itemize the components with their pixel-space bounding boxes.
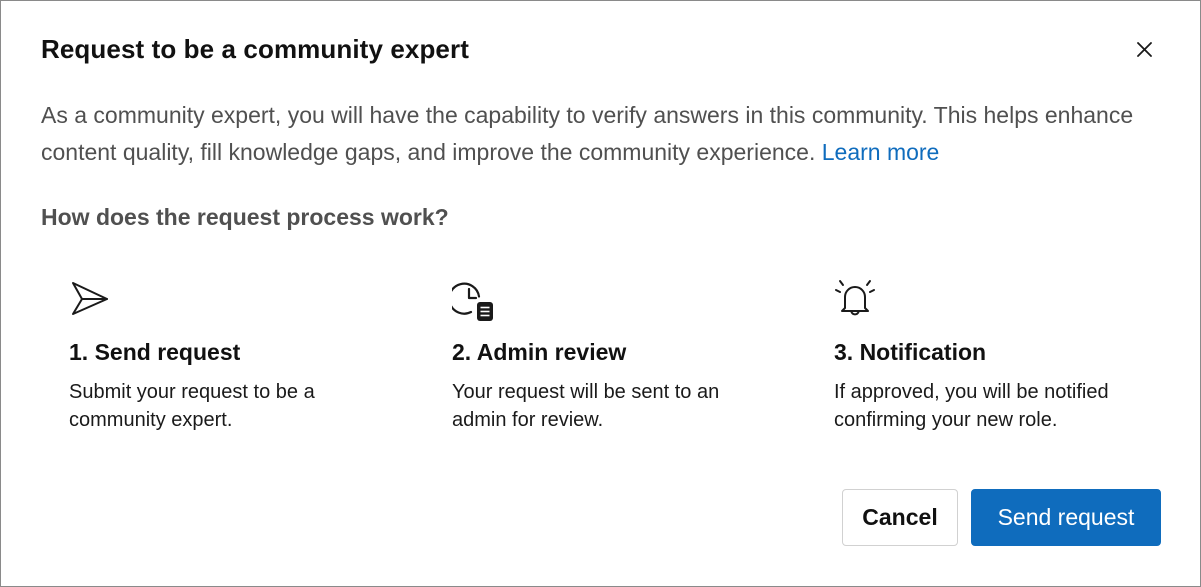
step-description: Your request will be sent to an admin fo… [452,381,720,431]
step-title: 3. Notification [834,339,987,365]
step-description: If approved, you will be notified confir… [834,381,1109,431]
bell-alert-icon [834,277,878,321]
description-text: As a community expert, you will have the… [41,102,1134,165]
dialog-description: As a community expert, you will have the… [41,97,1151,171]
step-description: Submit your request to be a community ex… [69,381,315,431]
clock-document-icon [448,277,496,321]
request-expert-dialog: Request to be a community expert As a co… [0,0,1201,587]
step-title: 1. Send request [69,339,241,365]
send-icon [69,277,113,321]
close-button[interactable] [1129,34,1159,64]
send-request-button[interactable]: Send request [971,489,1161,546]
step-title: 2. Admin review [452,339,627,365]
dialog-title: Request to be a community expert [41,34,469,64]
process-heading: How does the request process work? [41,204,449,230]
learn-more-link[interactable]: Learn more [822,139,940,165]
cancel-button[interactable]: Cancel [842,489,958,546]
close-icon [1136,41,1153,58]
